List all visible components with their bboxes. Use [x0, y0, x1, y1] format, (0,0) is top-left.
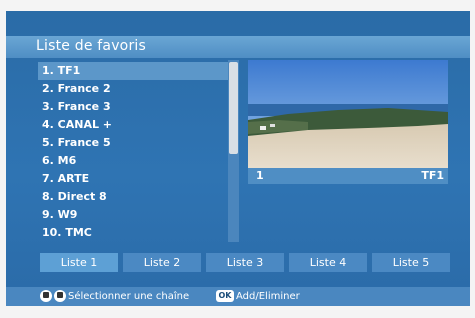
frame-right	[470, 0, 475, 318]
channel-item[interactable]: 5. France 5	[38, 134, 228, 152]
channel-preview	[248, 60, 448, 168]
left-arrow-icon	[40, 290, 52, 302]
preview-channel-name: TF1	[421, 169, 444, 182]
channel-list: 1. TF1 2. France 2 3. France 3 4. CANAL …	[38, 60, 228, 242]
preview-image	[248, 60, 448, 168]
page-title: Liste de favoris	[36, 38, 146, 54]
right-arrow-icon	[54, 290, 66, 302]
tab-liste-1[interactable]: Liste 1	[40, 253, 118, 272]
scrollbar-thumb[interactable]	[229, 62, 238, 154]
tab-liste-5[interactable]: Liste 5	[372, 253, 450, 272]
channel-item[interactable]: 10. TMC	[38, 224, 228, 242]
channel-item[interactable]: 4. CANAL +	[38, 116, 228, 134]
ok-button-icon: OK	[216, 290, 234, 302]
channel-item[interactable]: 9. W9	[38, 206, 228, 224]
preview-info-bar: 1 TF1	[248, 168, 448, 184]
tab-liste-2[interactable]: Liste 2	[123, 253, 201, 272]
status-bar: Sélectionner une chaîne OK Add/Eliminer	[6, 287, 470, 306]
preview-channel-number: 1	[256, 169, 264, 182]
tab-liste-3[interactable]: Liste 3	[206, 253, 284, 272]
frame-bottom	[0, 306, 475, 318]
channel-item[interactable]: 8. Direct 8	[38, 188, 228, 206]
add-remove-hint: Add/Eliminer	[236, 291, 300, 302]
select-channel-hint: Sélectionner une chaîne	[68, 291, 190, 302]
tab-liste-4[interactable]: Liste 4	[289, 253, 367, 272]
channel-item[interactable]: 1. TF1	[38, 62, 228, 80]
navigation-arrows-icon	[40, 290, 68, 309]
channel-item[interactable]: 3. France 3	[38, 98, 228, 116]
channel-item[interactable]: 6. M6	[38, 152, 228, 170]
frame-top	[0, 0, 475, 11]
channel-item[interactable]: 2. France 2	[38, 80, 228, 98]
list-tabs: Liste 1 Liste 2 Liste 3 Liste 4 Liste 5	[40, 253, 450, 272]
channel-item[interactable]: 7. ARTE	[38, 170, 228, 188]
